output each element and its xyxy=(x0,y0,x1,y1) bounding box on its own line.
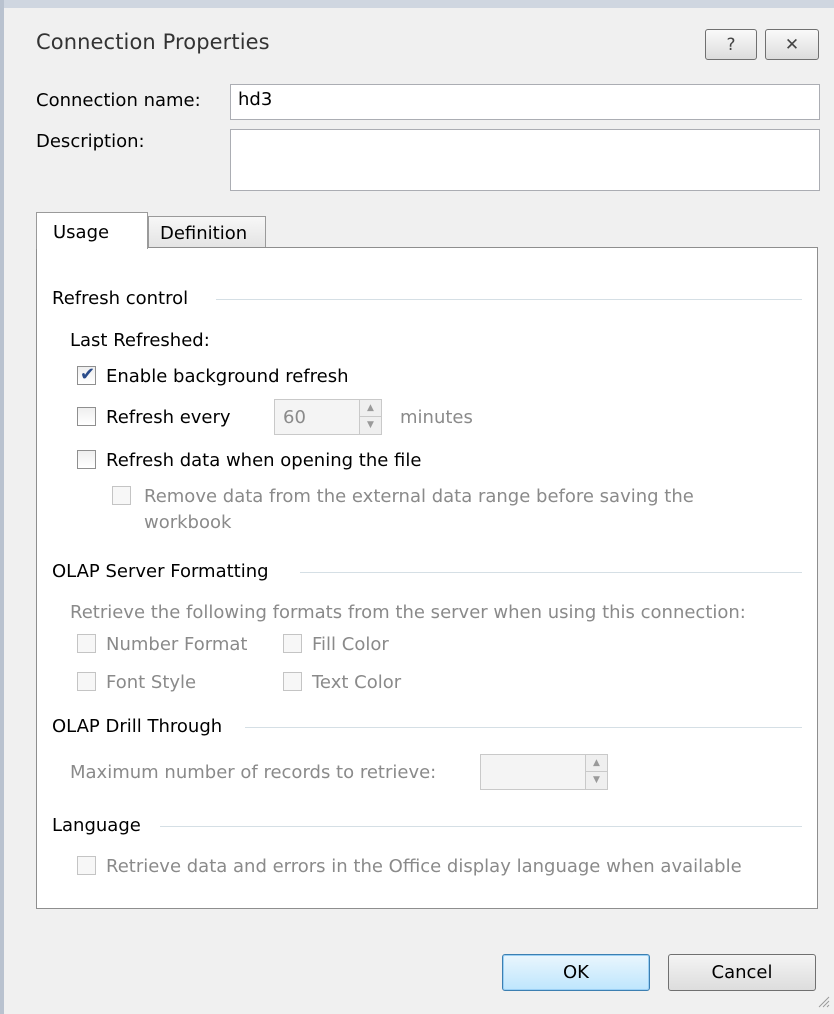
section-olap-server-formatting: OLAP Server Formatting xyxy=(52,561,269,582)
section-refresh-control: Refresh control xyxy=(52,288,189,309)
enable-background-refresh-label: Enable background refresh xyxy=(106,366,349,387)
cancel-button[interactable]: Cancel xyxy=(668,954,816,991)
tab-usage-label: Usage xyxy=(53,222,110,243)
remove-data-label-line1: Remove data from the external data range… xyxy=(144,486,694,507)
spin-down-icon[interactable]: ▼ xyxy=(360,417,381,434)
separator-line xyxy=(300,572,802,573)
spin-up-icon[interactable]: ▲ xyxy=(586,755,607,772)
separator-line xyxy=(216,299,802,300)
description-label: Description: xyxy=(36,131,145,152)
checkmark-icon: ✔ xyxy=(80,364,96,385)
ok-button[interactable]: OK xyxy=(502,954,650,991)
max-records-spinner[interactable]: ▲ ▼ xyxy=(480,754,608,790)
close-button[interactable]: ✕ xyxy=(765,29,819,60)
refresh-every-checkbox[interactable] xyxy=(77,407,96,426)
tab-usage[interactable]: Usage xyxy=(36,212,148,249)
tab-definition[interactable]: Definition xyxy=(148,216,266,247)
office-language-checkbox[interactable] xyxy=(77,856,96,875)
fill-color-label: Fill Color xyxy=(312,634,389,655)
refresh-on-open-checkbox[interactable] xyxy=(77,450,96,469)
dialog-title: Connection Properties xyxy=(36,30,270,54)
refresh-minutes-value: 60 xyxy=(283,407,306,428)
fill-color-checkbox[interactable] xyxy=(283,634,302,653)
minutes-label: minutes xyxy=(400,407,473,428)
help-icon: ? xyxy=(726,34,736,55)
window-top-edge xyxy=(0,0,834,8)
ok-button-label: OK xyxy=(563,962,589,983)
remove-data-label-line2: workbook xyxy=(144,512,232,533)
spin-down-icon[interactable]: ▼ xyxy=(586,772,607,789)
font-style-checkbox[interactable] xyxy=(77,672,96,691)
connection-name-label: Connection name: xyxy=(36,90,201,111)
section-olap-drill-through: OLAP Drill Through xyxy=(52,716,223,737)
max-records-label: Maximum number of records to retrieve: xyxy=(70,762,437,783)
number-format-checkbox[interactable] xyxy=(77,634,96,653)
spinner-buttons[interactable]: ▲ ▼ xyxy=(585,755,607,789)
refresh-minutes-spinner[interactable]: 60 ▲ ▼ xyxy=(274,399,382,435)
spinner-buttons[interactable]: ▲ ▼ xyxy=(359,400,381,434)
tab-definition-label: Definition xyxy=(160,223,248,244)
separator-line xyxy=(245,727,802,728)
description-input[interactable] xyxy=(230,129,820,191)
text-color-checkbox[interactable] xyxy=(283,672,302,691)
connection-name-input[interactable]: hd3 xyxy=(230,84,820,120)
spin-up-icon[interactable]: ▲ xyxy=(360,400,381,417)
section-language: Language xyxy=(52,815,141,836)
remove-data-checkbox[interactable] xyxy=(112,486,131,505)
help-button[interactable]: ? xyxy=(705,29,757,60)
number-format-label: Number Format xyxy=(106,634,248,655)
refresh-on-open-label: Refresh data when opening the file xyxy=(106,450,422,471)
close-icon: ✕ xyxy=(784,34,800,55)
text-color-label: Text Color xyxy=(312,672,402,693)
separator-line xyxy=(160,826,802,827)
font-style-label: Font Style xyxy=(106,672,197,693)
olap-formats-description: Retrieve the following formats from the … xyxy=(70,602,746,623)
enable-background-refresh-checkbox[interactable]: ✔ xyxy=(77,364,96,385)
resize-grip-icon[interactable] xyxy=(816,994,830,1008)
window-left-edge xyxy=(0,0,4,1014)
cancel-button-label: Cancel xyxy=(711,962,773,983)
refresh-every-label: Refresh every xyxy=(106,407,231,428)
office-language-label: Retrieve data and errors in the Office d… xyxy=(106,856,742,877)
connection-properties-dialog: Connection Properties ? ✕ Connection nam… xyxy=(0,0,834,1014)
last-refreshed-label: Last Refreshed: xyxy=(70,330,210,351)
